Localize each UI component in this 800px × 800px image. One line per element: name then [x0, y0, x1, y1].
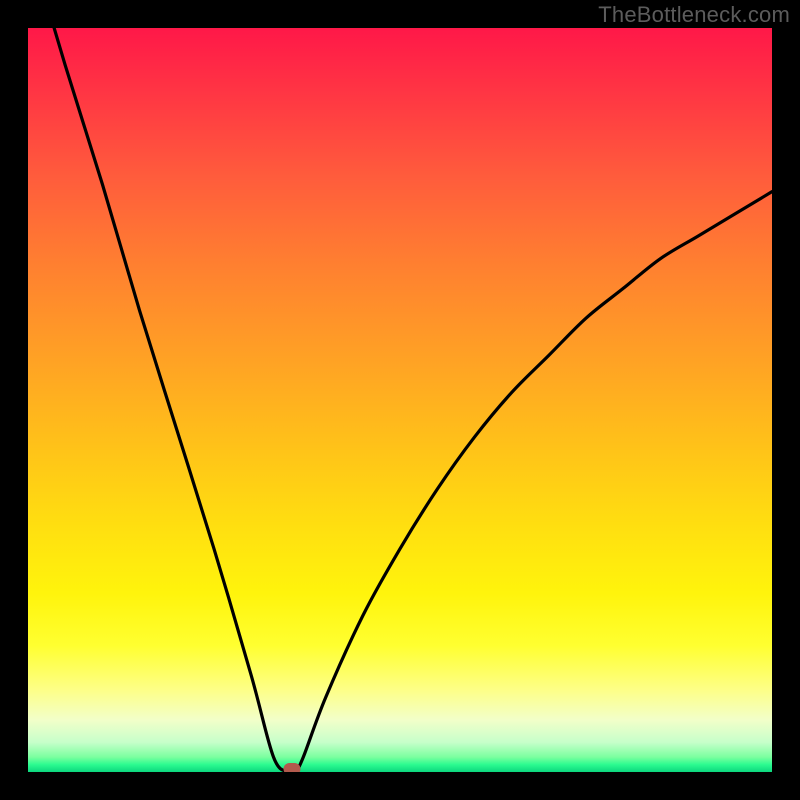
- bottleneck-curve: [28, 28, 772, 772]
- watermark-text: TheBottleneck.com: [598, 2, 790, 28]
- optimal-point-marker: [284, 763, 301, 772]
- chart-frame: TheBottleneck.com: [0, 0, 800, 800]
- plot-area: [28, 28, 772, 772]
